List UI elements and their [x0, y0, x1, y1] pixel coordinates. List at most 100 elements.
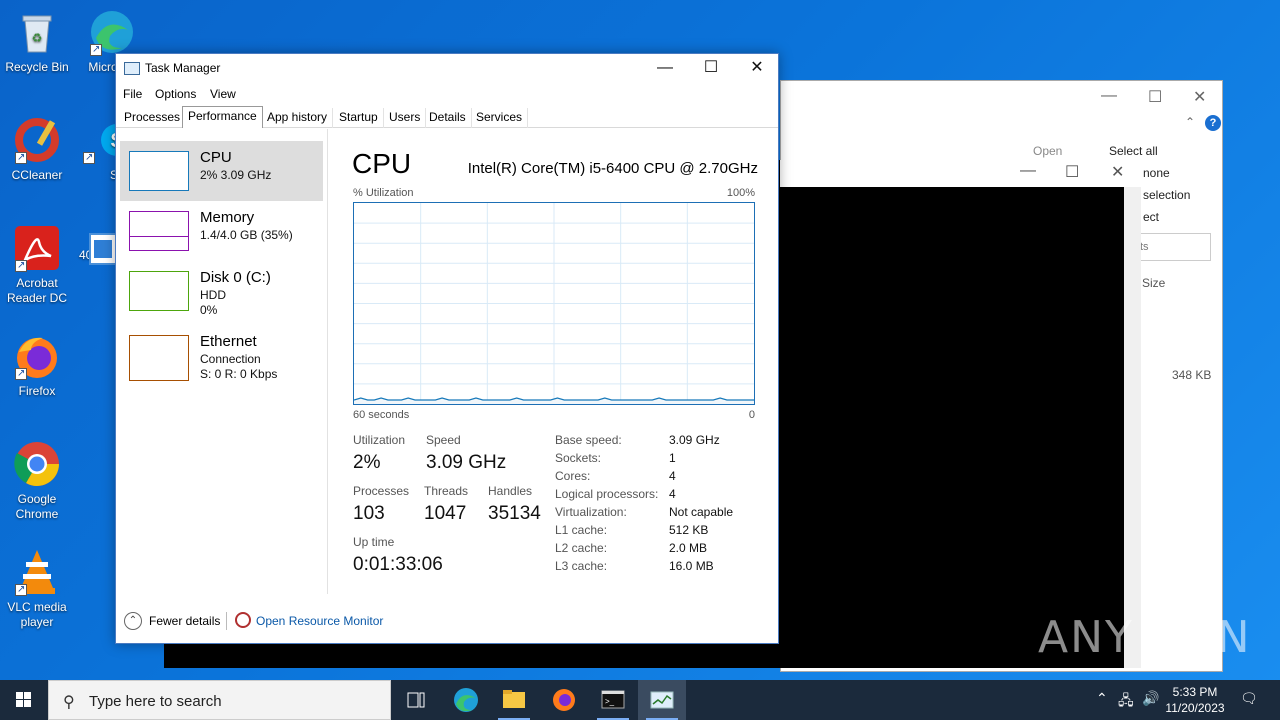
desktop-icon-vlc[interactable]: VLC media player: [1, 548, 73, 630]
resource-detail-2: S: 0 R: 0 Kbps: [200, 367, 278, 381]
spec-cores-label: Cores:: [555, 469, 591, 483]
start-button[interactable]: [0, 680, 48, 720]
tab-processes[interactable]: Processes: [119, 108, 187, 128]
taskbar-edge[interactable]: [442, 680, 490, 720]
utilization-axis-label: % Utilization: [353, 187, 414, 199]
taskbar-file-explorer[interactable]: [490, 680, 538, 720]
desktop-icon-recycle-bin[interactable]: ♻ Recycle Bin: [1, 8, 73, 75]
minimize-icon[interactable]: —: [1020, 162, 1036, 180]
cpu-graph-svg: [353, 203, 754, 404]
uptime-value: 0:01:33:06: [353, 554, 443, 575]
chevron-up-icon[interactable]: ⌃: [124, 612, 142, 630]
resource-memory[interactable]: Memory 1.4/4.0 GB (35%): [120, 201, 323, 261]
spec-l3-cache-label: L3 cache:: [555, 559, 608, 573]
disk-thumbnail: [129, 271, 189, 311]
menu-options[interactable]: Options: [155, 87, 196, 101]
page-title: CPU: [352, 148, 412, 179]
spec-l2-cache-label: L2 cache:: [555, 541, 608, 555]
edge-icon: [88, 8, 136, 57]
clock[interactable]: 5:33 PM 11/20/2023: [1160, 684, 1230, 716]
console-titlebar[interactable]: — ☐ ✕: [780, 160, 1141, 187]
ribbon-open[interactable]: Open: [1033, 144, 1062, 158]
cpu-utilization-graph: [353, 202, 755, 405]
resource-ethernet[interactable]: Ethernet Connection S: 0 R: 0 Kbps: [120, 327, 323, 387]
menu-file[interactable]: File: [123, 87, 142, 101]
maximize-icon[interactable]: ☐: [1148, 87, 1162, 107]
ribbon-select-none[interactable]: none: [1143, 166, 1170, 180]
cpu-details-pane: CPU Intel(R) Core(TM) i5-6400 CPU @ 2.70…: [328, 129, 778, 599]
ribbon-select[interactable]: ect: [1143, 210, 1159, 224]
minimize-button[interactable]: —: [642, 54, 688, 84]
spec-base-speed-label: Base speed:: [555, 433, 622, 447]
cpu-thumbnail: [129, 151, 189, 191]
search-box[interactable]: ts: [1137, 233, 1211, 261]
notifications-icon[interactable]: 🗨: [1240, 690, 1258, 707]
console-scrollbar[interactable]: [1124, 187, 1141, 668]
close-icon[interactable]: ✕: [1193, 87, 1206, 107]
footer: ⌃ Fewer details Open Resource Monitor: [116, 609, 778, 633]
ribbon-select-all[interactable]: Select all: [1109, 144, 1158, 158]
desktop-icon-chrome[interactable]: Google Chrome: [1, 440, 73, 522]
column-size-header[interactable]: Size: [1142, 276, 1165, 290]
file-size-value: 348 KB: [1172, 368, 1212, 382]
vlc-icon: [13, 548, 61, 597]
spec-sockets-value: 1: [669, 451, 676, 465]
resource-cpu[interactable]: CPU 2% 3.09 GHz: [120, 141, 323, 201]
resource-detail: HDD: [200, 288, 226, 302]
minimize-icon[interactable]: —: [1101, 87, 1117, 105]
spec-logical-processors-value: 4: [669, 487, 676, 501]
taskbar-console[interactable]: >_: [589, 680, 637, 720]
desktop-icon-firefox[interactable]: Firefox: [1, 332, 73, 399]
folder-icon: [503, 690, 525, 708]
resource-disk[interactable]: Disk 0 (C:) HDD 0%: [120, 261, 323, 321]
processes-label: Processes: [353, 484, 410, 498]
tab-users[interactable]: Users: [384, 108, 427, 128]
help-icon[interactable]: ?: [1205, 115, 1221, 131]
taskbar: ⚲ Type here to search >_ ⌃ 🖧 🔊 5:33 PM 1…: [0, 680, 1280, 720]
volume-icon[interactable]: 🔊: [1142, 690, 1159, 707]
time-axis-label: 60 seconds: [353, 409, 410, 421]
resource-sidebar: CPU 2% 3.09 GHz Memory 1.4/4.0 GB (35%) …: [116, 129, 327, 593]
search-placeholder: Type here to search: [89, 693, 222, 710]
tab-performance[interactable]: Performance: [182, 106, 263, 128]
clock-time: 5:33 PM: [1172, 685, 1218, 699]
taskbar-firefox[interactable]: [540, 680, 588, 720]
search-box[interactable]: ⚲ Type here to search: [48, 680, 391, 720]
fewer-details-link[interactable]: Fewer details: [149, 614, 220, 628]
acrobat-icon: [13, 224, 61, 273]
title-bar[interactable]: Task Manager — ☐ ✕: [116, 54, 778, 84]
tab-details[interactable]: Details: [424, 108, 472, 128]
ribbon-invert-selection[interactable]: selection: [1143, 188, 1190, 202]
close-button[interactable]: ✕: [734, 54, 780, 84]
task-view-button[interactable]: [392, 680, 440, 720]
recycle-bin-icon: ♻: [13, 8, 61, 56]
task-manager-window[interactable]: Task Manager — ☐ ✕ File Options View Pro…: [115, 53, 779, 644]
maximize-icon[interactable]: ☐: [1065, 162, 1079, 182]
tab-startup[interactable]: Startup: [334, 108, 384, 128]
maximize-button[interactable]: ☐: [688, 54, 734, 84]
open-resource-monitor-link[interactable]: Open Resource Monitor: [256, 614, 383, 628]
network-icon[interactable]: 🖧: [1118, 690, 1134, 714]
desktop-icon-ccleaner[interactable]: CCleaner: [1, 116, 73, 183]
windows-icon: [16, 692, 31, 707]
task-view-icon: [407, 692, 425, 708]
chevron-up-icon[interactable]: ⌃: [1185, 115, 1195, 129]
spec-l2-cache-value: 2.0 MB: [669, 541, 708, 555]
chevron-up-icon[interactable]: ⌃: [1096, 690, 1108, 707]
spec-logical-processors-label: Logical processors:: [555, 487, 659, 501]
svg-text:♻: ♻: [32, 31, 43, 45]
resource-name: CPU: [200, 149, 232, 166]
close-icon[interactable]: ✕: [1111, 162, 1124, 182]
tab-services[interactable]: Services: [471, 108, 529, 128]
resource-name: Memory: [200, 209, 255, 226]
window-title: Task Manager: [145, 61, 221, 75]
tab-app-history[interactable]: App history: [262, 108, 334, 128]
utilization-value: 2%: [353, 452, 381, 473]
threads-value: 1047: [424, 503, 467, 524]
menu-view[interactable]: View: [210, 87, 236, 101]
desktop-icon-acrobat[interactable]: Acrobat Reader DC: [1, 224, 73, 306]
speed-value: 3.09 GHz: [426, 452, 507, 473]
ccleaner-icon: [13, 116, 61, 165]
taskbar-task-manager[interactable]: [638, 680, 686, 720]
resource-name: Disk 0 (C:): [200, 269, 271, 286]
